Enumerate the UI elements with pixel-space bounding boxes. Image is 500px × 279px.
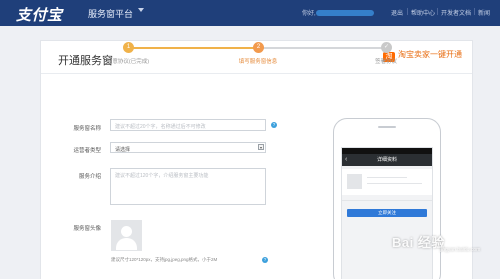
baidu-jingyan-watermark: Bai 经验 [392, 235, 445, 250]
avatar [347, 174, 362, 189]
user-placeholder-icon-body [116, 238, 137, 250]
step-3-label: 签署协议 [374, 59, 397, 65]
avatar-hint: 建议尺寸120*120px，支持jpg,jpeg,png格式，小于2M [111, 257, 218, 262]
step-connector-todo [263, 47, 383, 49]
service-name-input[interactable]: 建议不超过20个字，名称通过后不可修改 [110, 119, 266, 131]
phone-preview: ‹ 详细资料 立即关注 [333, 118, 441, 279]
phone-profile-card [342, 169, 432, 195]
phone-header: ‹ 详细资料 [342, 154, 432, 166]
logout-link[interactable]: 退出 [391, 8, 403, 17]
help-center-link[interactable]: 帮助中心 [411, 8, 435, 17]
step-3-check-icon: ✓ [381, 42, 392, 53]
step-2-dot: 2 [253, 42, 264, 53]
divider [41, 73, 472, 74]
service-intro-textarea[interactable]: 建议不超过120个字，介绍服务窗主要功能 [110, 168, 266, 205]
account-name-redacted [316, 10, 374, 16]
avatar-upload[interactable] [111, 220, 142, 251]
intro-label: 服务介绍 [78, 174, 101, 180]
placeholder-line [367, 183, 422, 184]
news-link[interactable]: 新闻 [478, 8, 490, 17]
follow-button: 立即关注 [347, 209, 427, 217]
developer-docs-link[interactable]: 开发者文档 [441, 8, 471, 17]
phone-screen: ‹ 详细资料 立即关注 [341, 147, 433, 279]
dropdown-arrow-icon[interactable] [258, 144, 264, 150]
chevron-down-icon[interactable] [138, 8, 144, 12]
nav-separator [407, 8, 408, 15]
help-icon[interactable]: ? [271, 122, 277, 128]
nav-separator [474, 8, 475, 15]
account-greeting: 你好, [302, 11, 316, 17]
alipay-logo[interactable]: 支付宝 [16, 4, 63, 25]
divider [342, 200, 432, 201]
placeholder-line [367, 177, 407, 178]
nav-separator [437, 8, 438, 15]
step-2-label: 填写服务窗信息 [238, 59, 278, 65]
step-1-label: 同意协议(已完成) [106, 59, 150, 65]
platform-switcher-label[interactable]: 服务窗平台 [88, 7, 133, 20]
step-connector-done [131, 47, 255, 49]
user-placeholder-icon [121, 226, 132, 237]
name-label: 服务窗名称 [73, 126, 101, 132]
help-icon[interactable]: ? [262, 257, 268, 263]
back-arrow-icon: ‹ [345, 156, 348, 163]
operator-type-label: 运营者类型 [73, 148, 101, 154]
phone-header-title: 详细资料 [376, 157, 397, 163]
operator-type-select[interactable]: 请选择 [110, 142, 266, 153]
watermark-url: jingyan.baidu.com [440, 247, 481, 253]
top-navigation-bar: 支付宝 服务窗平台 你好, 退出 帮助中心 开发者文档 新闻 [0, 0, 500, 26]
avatar-label: 服务窗头像 [73, 226, 101, 232]
step-1-dot: 1 [123, 42, 134, 53]
phone-speaker [378, 126, 396, 128]
operator-type-value: 请选择 [115, 147, 131, 153]
